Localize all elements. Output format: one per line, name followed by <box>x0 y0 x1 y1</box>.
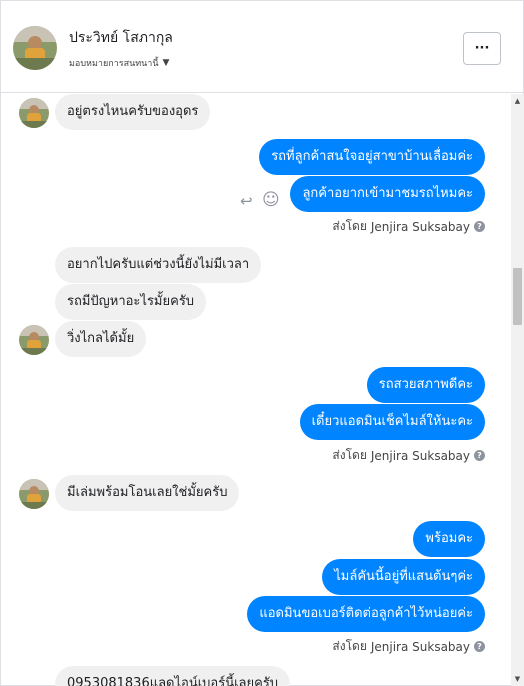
message-outgoing[interactable]: แอดมินขอเบอร์ติดต่อลูกค้าไว้หน่อยค่ะ <box>247 596 485 632</box>
contact-avatar-small <box>19 479 49 509</box>
message-incoming[interactable]: อยากไปครับแต่ช่วงนี้ยังไม่มีเวลา <box>55 247 262 283</box>
message-outgoing[interactable]: รถที่ลูกค้าสนใจอยู่สาขาบ้านเลื่อมค่ะ <box>259 139 485 175</box>
message-incoming[interactable]: 0953081836แลดไอน์เบอร์นี้เลยครับ <box>55 666 291 686</box>
caret-down-icon: ▼ <box>162 58 170 68</box>
scroll-down-arrow-icon[interactable]: ▼ <box>511 672 524 686</box>
message-outgoing[interactable]: ลูกค้าอยากเข้ามาชมรถไหมคะ <box>290 176 485 212</box>
sent-by-prefix: ส่งโดย <box>332 639 367 653</box>
reply-icon[interactable]: ↩ <box>240 192 253 210</box>
assign-label: มอบหมายการสนทนานี้ <box>69 59 159 69</box>
sent-by-prefix: ส่งโดย <box>332 448 367 462</box>
message-incoming[interactable]: รถมีปัญหาอะไรมั้ยครับ <box>55 284 207 320</box>
conversation-panel: ประวิทย์ โสภากุล มอบหมายการสนทนานี้ ▼ ··… <box>0 0 524 686</box>
sent-by-prefix: ส่งโดย <box>332 219 367 233</box>
contact-avatar-small <box>19 325 49 355</box>
info-icon[interactable]: ? <box>474 450 485 461</box>
contact-name[interactable]: ประวิทย์ โสภากุล <box>69 27 173 49</box>
more-options-button[interactable]: ··· <box>463 32 501 65</box>
scroll-up-arrow-icon[interactable]: ▲ <box>511 94 524 108</box>
sent-by-label: ส่งโดย Jenjira Suksabay ? <box>332 217 485 236</box>
contact-avatar-small <box>19 98 49 128</box>
message-incoming[interactable]: มีเล่มพร้อมโอนเลยใช่มั้ยครับ <box>55 475 240 511</box>
info-icon[interactable]: ? <box>474 221 485 232</box>
sent-by-name: Jenjira Suksabay <box>370 448 470 463</box>
sent-by-label: ส่งโดย Jenjira Suksabay ? <box>332 637 485 656</box>
scrollbar[interactable]: ▲ ▼ <box>511 94 524 686</box>
message-incoming[interactable]: อยู่ตรงไหนครับของอุดร <box>55 94 211 130</box>
sent-by-label: ส่งโดย Jenjira Suksabay ? <box>332 446 485 465</box>
message-outgoing[interactable]: เดี๋ยวแอดมินเช็คไมล์ให้นะคะ <box>299 404 485 440</box>
scrollbar-thumb[interactable] <box>513 268 522 325</box>
message-outgoing[interactable]: พร้อมคะ <box>413 521 485 557</box>
message-thread[interactable]: อยู่ตรงไหนครับของอุดร รถที่ลูกค้าสนใจอยู… <box>1 94 511 686</box>
assign-conversation-dropdown[interactable]: มอบหมายการสนทนานี้ ▼ <box>69 56 169 70</box>
message-outgoing[interactable]: รถสวยสภาพดีคะ <box>366 367 485 403</box>
message-incoming[interactable]: วิ่งไกลได้มั้ย <box>55 321 147 357</box>
conversation-header: ประวิทย์ โสภากุล มอบหมายการสนทนานี้ ▼ ··… <box>1 1 523 93</box>
more-icon: ··· <box>474 41 490 56</box>
info-icon[interactable]: ? <box>474 641 485 652</box>
smile-icon[interactable]: ☺ <box>262 190 280 210</box>
contact-avatar[interactable] <box>13 26 57 70</box>
message-outgoing[interactable]: ไมล์คันนี้อยู่ที่แสนต้นๆค่ะ <box>322 559 485 595</box>
sent-by-name: Jenjira Suksabay <box>370 639 470 654</box>
sent-by-name: Jenjira Suksabay <box>370 219 470 234</box>
